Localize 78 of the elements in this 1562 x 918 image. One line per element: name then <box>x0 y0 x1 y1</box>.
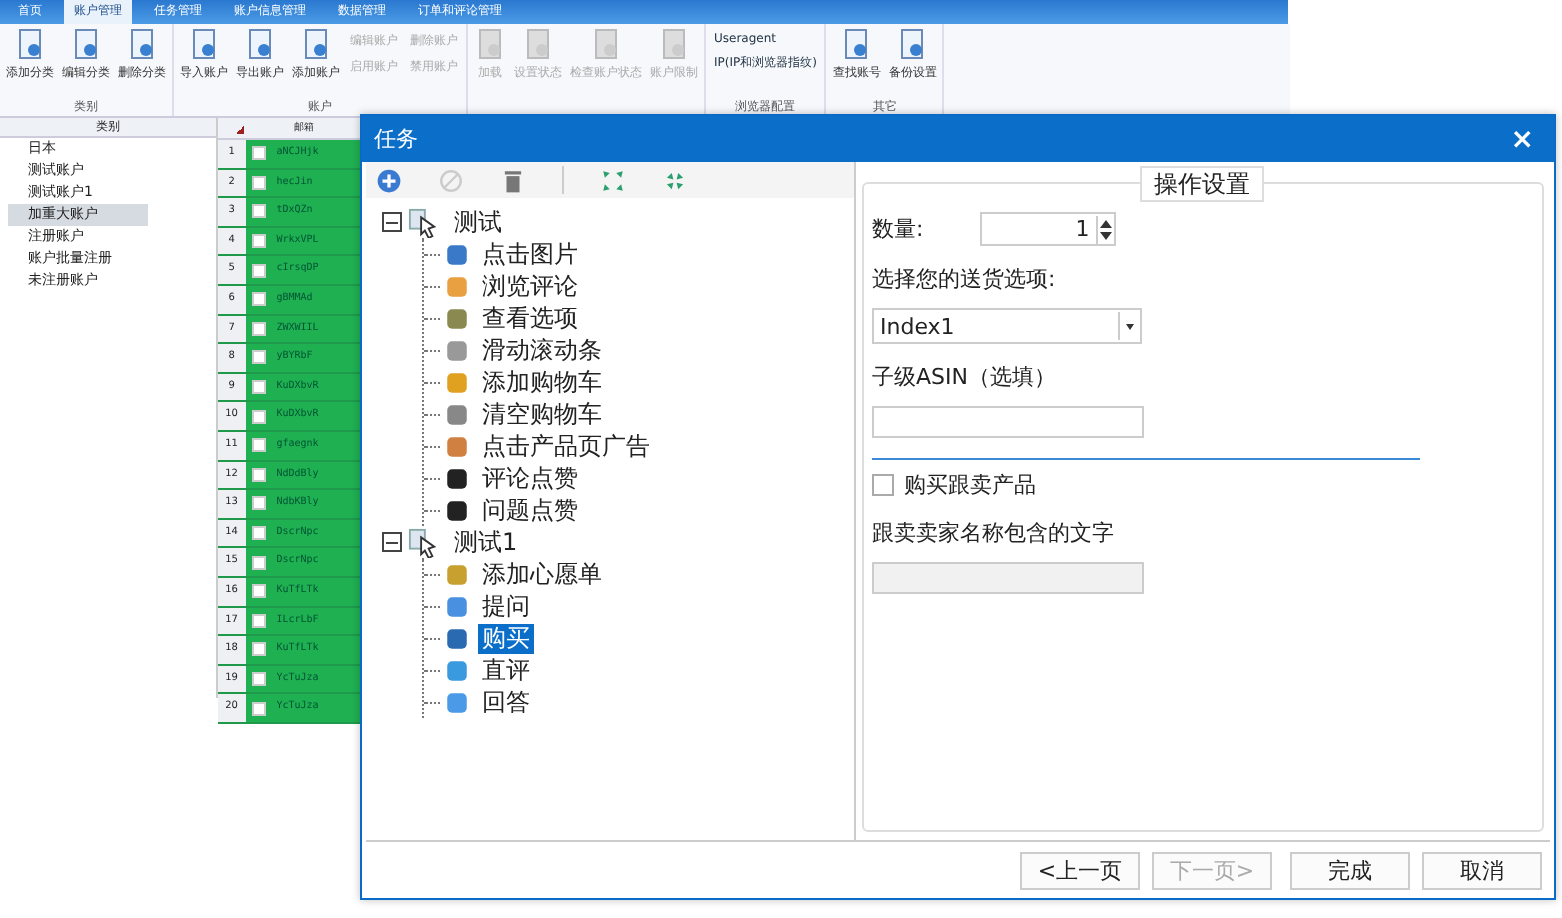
field-label: 数量: <box>872 214 924 244</box>
checkbox[interactable] <box>251 613 266 628</box>
checkbox[interactable] <box>251 263 266 278</box>
document-icon <box>522 28 554 60</box>
collapse-toggle[interactable] <box>382 212 402 232</box>
tree-item[interactable]: 问题点赞 <box>478 495 582 525</box>
checkbox[interactable] <box>251 526 266 541</box>
checkbox[interactable] <box>251 438 266 453</box>
quantity-spinner[interactable]: 1 <box>979 212 1116 246</box>
task-icon <box>444 241 470 267</box>
tree-item[interactable]: 点击图片 <box>478 239 582 269</box>
checkbox[interactable] <box>251 380 266 395</box>
task-icon <box>444 305 470 331</box>
checkbox[interactable] <box>251 409 266 424</box>
checkbox[interactable] <box>251 234 266 249</box>
tree-item[interactable]: 回答 <box>478 687 534 717</box>
tree-item[interactable]: 查看选项 <box>478 303 582 333</box>
tree-item[interactable]: 添加心愿单 <box>478 559 606 589</box>
tree-item[interactable]: 测试 <box>450 207 506 237</box>
field-label: 跟卖卖家名称包含的文字 <box>872 518 1114 548</box>
document-icon <box>590 28 622 60</box>
tree-item[interactable]: 提问 <box>478 591 534 621</box>
task-icon <box>444 433 470 459</box>
task-icon <box>444 273 470 299</box>
task-icon <box>444 401 470 427</box>
dropdown-arrow-icon[interactable] <box>1118 312 1140 340</box>
group-title: 操作设置 <box>1140 166 1264 202</box>
tree-item[interactable]: 清空购物车 <box>478 399 606 429</box>
trash-icon[interactable] <box>500 167 526 193</box>
asin-field[interactable] <box>872 406 1144 438</box>
tree-item[interactable]: 直评 <box>478 655 534 685</box>
checkbox[interactable] <box>251 146 266 161</box>
document-icon <box>658 28 690 60</box>
checkbox[interactable] <box>251 671 266 686</box>
task-icon <box>444 561 470 587</box>
task-icon <box>444 593 470 619</box>
tree-item[interactable]: 点击产品页广告 <box>478 431 654 461</box>
dialog-button[interactable]: 取消 <box>1422 851 1542 889</box>
add-icon[interactable] <box>376 167 402 193</box>
cursor-icon <box>408 527 438 557</box>
cursor-icon <box>408 207 438 237</box>
checkbox[interactable] <box>251 321 266 336</box>
checkbox[interactable] <box>251 204 266 219</box>
checkbox[interactable] <box>251 642 266 657</box>
dialog-title: 任务 <box>374 124 418 154</box>
expand-icon[interactable] <box>600 167 626 193</box>
spinner-arrows-icon[interactable] <box>1095 215 1114 243</box>
buy-seller-checkbox[interactable]: 购买跟卖产品 <box>872 470 1036 500</box>
task-icon <box>444 337 470 363</box>
checkbox[interactable] <box>251 292 266 307</box>
collapse-toggle[interactable] <box>382 532 402 552</box>
field-label: 选择您的送货选项: <box>872 264 1056 294</box>
close-button[interactable]: × <box>1510 123 1534 155</box>
checkbox[interactable] <box>251 584 266 599</box>
dialog-button[interactable]: <上一页 <box>1020 851 1140 889</box>
checkbox[interactable] <box>251 555 266 570</box>
tree-item[interactable]: 购买 <box>478 623 534 653</box>
tree-item[interactable]: 添加购物车 <box>478 367 606 397</box>
tree-item[interactable]: 滑动滚动条 <box>478 335 606 365</box>
delivery-dropdown[interactable]: Index1 <box>872 308 1142 344</box>
dialog-button[interactable]: 完成 <box>1290 851 1410 889</box>
task-icon <box>444 689 470 715</box>
task-icon <box>444 465 470 491</box>
tree-item[interactable]: 评论点赞 <box>478 463 582 493</box>
task-icon <box>444 657 470 683</box>
field-label: 子级ASIN（选填） <box>872 362 1056 392</box>
checkbox[interactable] <box>251 701 266 716</box>
checkbox[interactable] <box>251 467 266 482</box>
document-icon <box>474 28 506 60</box>
checkbox[interactable] <box>251 175 266 190</box>
checkbox[interactable] <box>251 350 266 365</box>
task-icon <box>444 625 470 651</box>
tree-item[interactable]: 浏览评论 <box>478 271 582 301</box>
tree-item[interactable]: 测试1 <box>450 527 522 557</box>
task-icon <box>444 369 470 395</box>
task-icon <box>444 497 470 523</box>
collapse-icon[interactable] <box>662 167 688 193</box>
checkbox[interactable] <box>251 496 266 511</box>
